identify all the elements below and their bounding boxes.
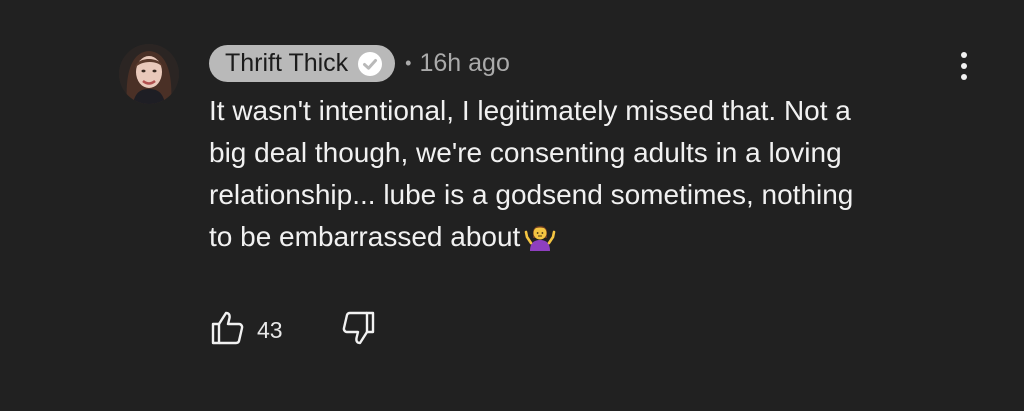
comment-text: It wasn't intentional, I legitimately mi…	[209, 90, 969, 258]
comment-line: It wasn't intentional, I legitimately mi…	[209, 95, 851, 126]
more-vert-icon[interactable]	[948, 44, 980, 88]
verified-check-icon	[357, 51, 383, 77]
comment-line: big deal though, we're consenting adults…	[209, 137, 842, 168]
comment-line-text: to be embarrassed about	[209, 221, 521, 252]
comment-line-last: to be embarrassed about	[209, 216, 969, 258]
like-button[interactable]: 43	[209, 310, 283, 351]
comment-header: Thrift Thick • 16h ago	[209, 45, 510, 82]
shrug-emoji	[524, 220, 556, 252]
thumbs-down-icon[interactable]	[341, 310, 377, 351]
comment-line: relationship... lube is a godsend someti…	[209, 179, 854, 210]
comment-actions: 43	[209, 310, 377, 350]
separator-dot: •	[405, 53, 412, 73]
dislike-button[interactable]	[341, 310, 377, 351]
author-name[interactable]: Thrift Thick	[225, 45, 348, 82]
author-chip[interactable]: Thrift Thick	[209, 45, 396, 82]
thumbs-up-icon[interactable]	[209, 310, 245, 351]
like-count: 43	[257, 316, 283, 343]
comment: Thrift Thick • 16h ago It wasn't intenti…	[0, 0, 1024, 411]
comment-meta: • 16h ago	[405, 49, 510, 78]
timestamp[interactable]: 16h ago	[419, 49, 509, 78]
avatar[interactable]	[119, 44, 179, 104]
